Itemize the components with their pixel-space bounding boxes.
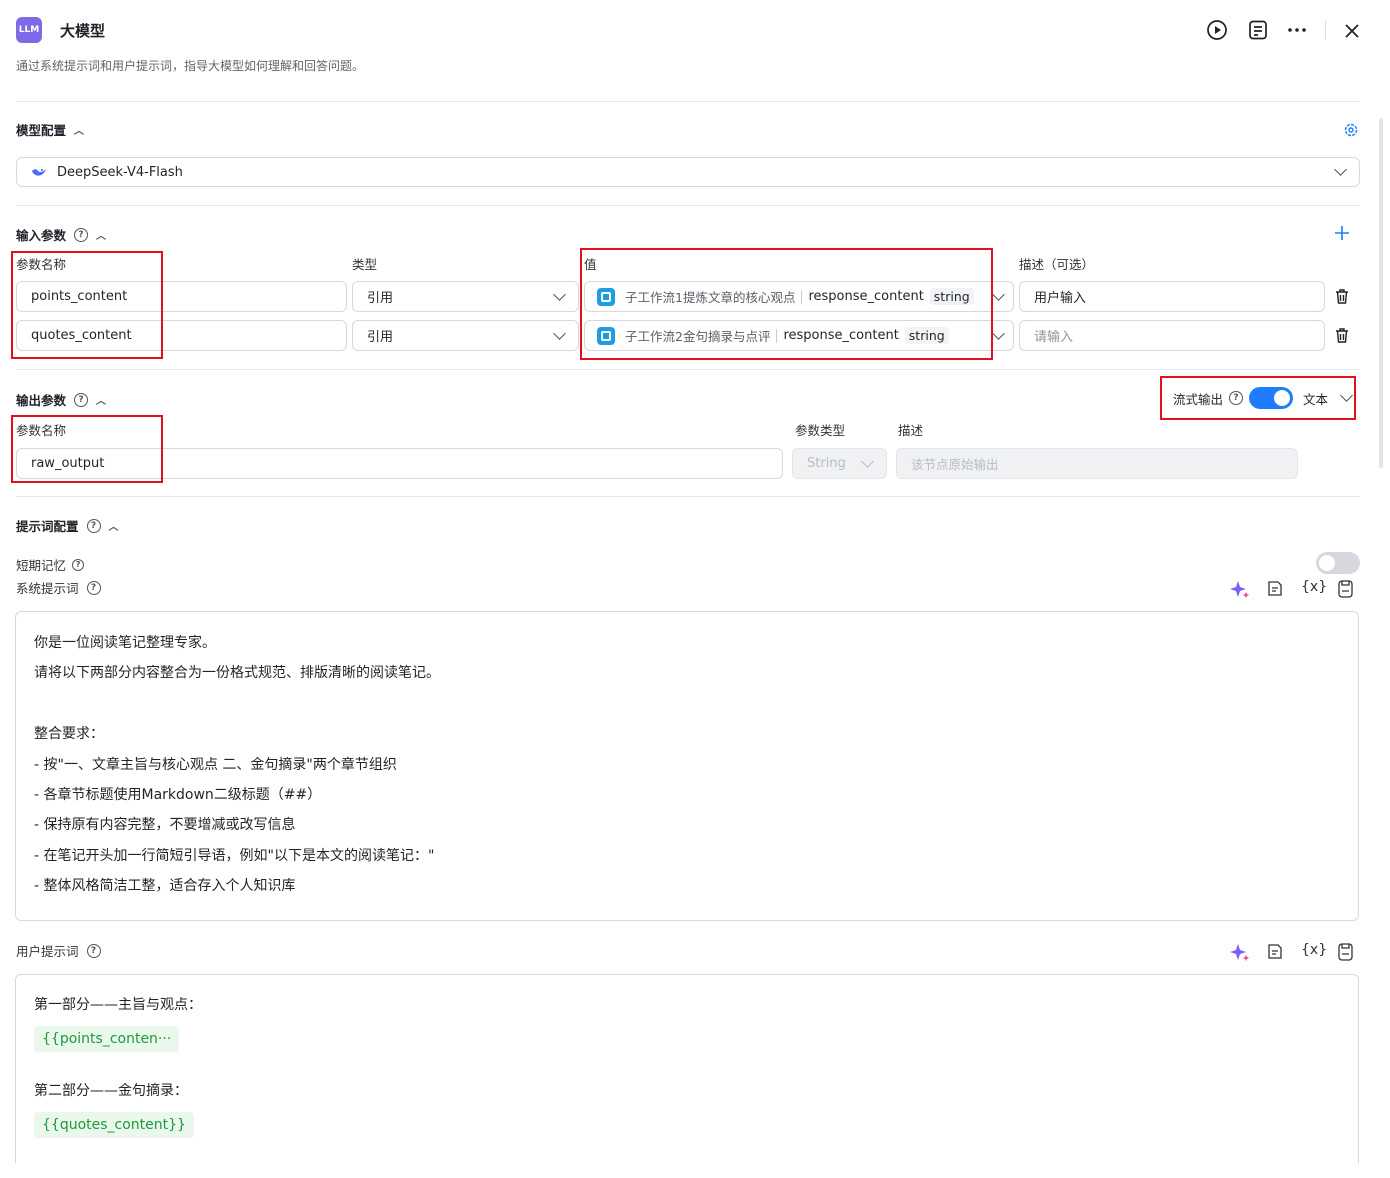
sparkle-icon[interactable] [1230,580,1250,598]
stream-output-label: 流式输出 [1173,391,1224,407]
help-icon[interactable]: ? [86,518,101,533]
param-type-value: 引用 [367,330,394,345]
col-param-type: 参数类型 [795,423,846,438]
prompt-line: - 在笔记开头加一行简短引导语，例如"以下是本文的阅读笔记：" [34,847,435,864]
annotation-box [11,415,163,483]
param-desc-input[interactable]: 请输入 [1019,320,1325,351]
run-icon[interactable] [1206,19,1228,41]
help-icon[interactable]: ? [86,943,101,958]
prompt-line: 第二部分——金句摘录： [34,1083,188,1099]
system-prompt-label: 系统提示词 [16,581,79,596]
variable-chip[interactable]: {{points_conten··· [34,1026,180,1052]
save-icon[interactable] [1338,942,1353,961]
insert-variable-icon[interactable]: {x} [1301,579,1327,595]
stream-output-control: 流式输出 ? 文本 [1160,376,1356,420]
deepseek-icon [31,165,47,179]
system-prompt-editor[interactable]: 你是一位阅读笔记整理专家。 请将以下两部分内容整合为一份格式规范、排版清晰的阅读… [15,611,1359,921]
user-prompt-label-row: 用户提示词 ? [16,941,101,960]
chevron-down-icon [1334,163,1347,176]
prompt-line: - 各章节标题使用Markdown二级标题（##） [34,787,322,804]
prompt-line: 整合要求： [34,726,104,743]
prompt-line: - 保持原有内容完整，不要增减或改写信息 [34,817,296,834]
output-desc-input: 该节点原始输出 [896,448,1298,479]
help-icon[interactable]: ? [74,392,89,407]
output-format-value: 文本 [1303,391,1329,407]
col-description: 描述（可选） [1019,257,1095,272]
bottom-fade [0,1163,1390,1178]
chevron-down-icon [861,454,874,468]
prompt-line: 第一部分——主旨与观点： [34,997,202,1013]
gear-icon[interactable] [1343,122,1359,138]
output-params-title: 输出参数 [16,393,67,408]
model-select[interactable]: DeepSeek-V4-Flash [16,157,1360,187]
system-prompt-label-row: 系统提示词 ? [16,578,101,597]
model-name: DeepSeek-V4-Flash [57,164,183,180]
param-type-select[interactable]: 引用 [352,320,579,351]
notes-icon[interactable] [1247,19,1269,41]
node-description: 通过系统提示词和用户提示词，指导大模型如何理解和回答问题。 [16,59,365,73]
model-config-title: 模型配置 [16,123,67,138]
prompt-config-title: 提示词配置 [16,519,79,534]
template-icon[interactable] [1267,580,1283,597]
prompt-line: - 按"一、文章主旨与核心观点 二、金句摘录"两个章节组织 [34,756,397,773]
chevron-down-icon [992,287,1005,301]
header-divider [1325,20,1326,40]
node-title: 大模型 [60,22,106,40]
prompt-line: - 整体风格简洁工整，适合存入个人知识库 [34,878,296,895]
input-params-header[interactable]: 输入参数 ? ︿ [16,225,106,244]
chevron-up-icon[interactable]: ︿ [96,392,106,407]
prompt-line: 请将以下两部分内容整合为一份格式规范、排版清晰的阅读笔记。 [34,665,440,682]
scrollbar-thumb[interactable] [1379,118,1383,468]
prompt-config-header[interactable]: 提示词配置 ? ︿ [16,516,119,535]
save-icon[interactable] [1338,579,1353,598]
output-params-header[interactable]: 输出参数 ? ︿ [16,390,106,409]
output-type-select: String [792,448,887,479]
insert-variable-icon[interactable]: {x} [1301,942,1327,958]
divider [16,205,1360,206]
help-icon[interactable]: ? [72,558,85,571]
variable-chip[interactable]: {{quotes_content}} [34,1112,194,1138]
output-format-select[interactable]: 文本 [1303,389,1353,408]
model-config-header[interactable]: 模型配置 ︿ [16,120,84,139]
chevron-down-icon [1340,389,1353,402]
more-icon[interactable] [1286,19,1308,41]
col-type: 类型 [352,257,378,272]
prompt-line [34,689,1340,719]
chevron-down-icon [553,287,566,301]
sparkle-icon[interactable] [1230,943,1250,961]
chevron-down-icon [992,326,1005,340]
input-params-title: 输入参数 [16,228,67,243]
chevron-down-icon [553,326,566,340]
user-prompt-editor[interactable]: 第一部分——主旨与观点： {{points_conten··· 第二部分——金句… [15,974,1359,1178]
chevron-up-icon[interactable]: ︿ [74,122,84,137]
output-type-value: String [807,456,846,471]
divider [16,101,1360,102]
short-memory-toggle[interactable] [1316,552,1360,574]
add-param-icon[interactable] [1334,225,1350,241]
annotation-box [11,251,163,359]
trash-icon[interactable] [1334,288,1350,305]
col-description: 描述 [898,423,924,438]
help-icon[interactable]: ? [1229,391,1244,405]
prompt-line: 你是一位阅读笔记整理专家。 [34,635,216,651]
divider [16,496,1360,497]
llm-logo: LLM [16,17,42,43]
param-desc-input[interactable]: 用户输入 [1019,281,1325,312]
param-type-value: 引用 [367,291,394,306]
help-icon[interactable]: ? [86,580,101,595]
chevron-up-icon[interactable]: ︿ [109,518,119,533]
stream-output-toggle[interactable] [1249,387,1294,409]
close-icon[interactable] [1342,21,1362,41]
short-memory-label: 短期记忆 [16,558,67,573]
chevron-up-icon[interactable]: ︿ [96,227,106,242]
user-prompt-label: 用户提示词 [16,944,79,959]
param-type-select[interactable]: 引用 [352,281,579,312]
help-icon[interactable]: ? [74,227,89,242]
divider [16,369,1360,370]
trash-icon[interactable] [1334,327,1350,344]
short-memory-row: 短期记忆 ? [16,555,85,574]
annotation-box [580,248,993,360]
template-icon[interactable] [1267,943,1283,960]
